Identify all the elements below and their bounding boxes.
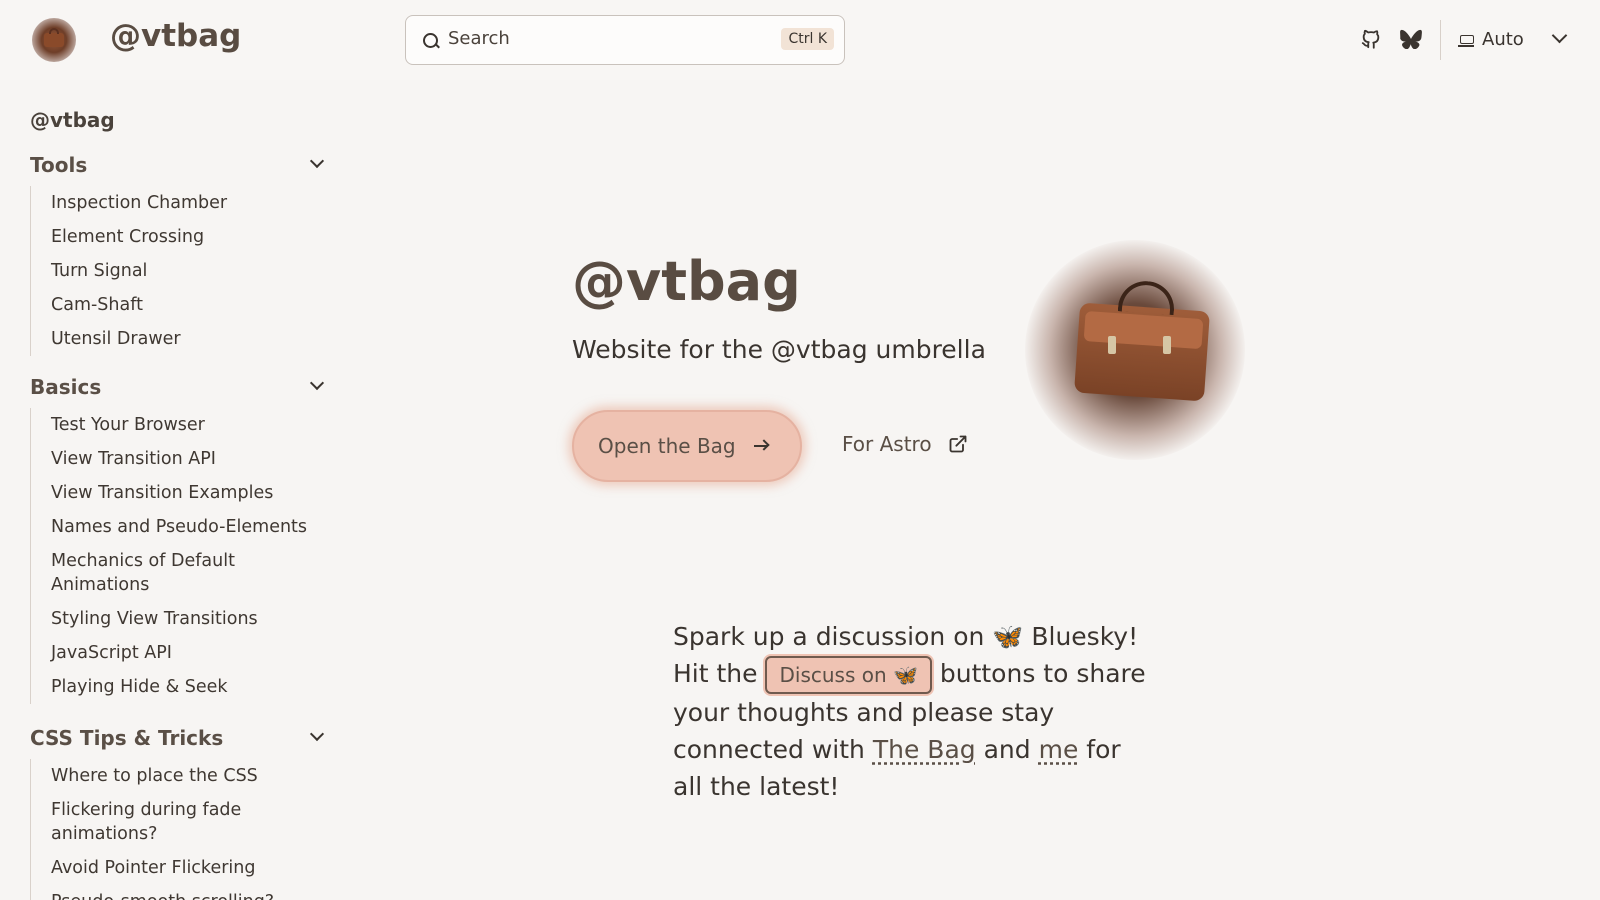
open-the-bag-button[interactable]: Open the Bag <box>572 410 802 482</box>
arrow-right-icon <box>753 445 768 447</box>
sidebar-item-playing-hide-and-seek[interactable]: Playing Hide & Seek <box>51 670 332 704</box>
hero-tagline: Website for the @vtbag umbrella <box>572 335 986 364</box>
sidebar-item-javascript-api[interactable]: JavaScript API <box>51 636 332 670</box>
sidebar-group-title[interactable]: Basics <box>30 372 332 402</box>
sidebar-item-flickering-fade[interactable]: Flickering during fade animations? <box>51 793 332 851</box>
search-placeholder: Search <box>448 28 510 49</box>
sidebar-item-cam-shaft[interactable]: Cam-Shaft <box>51 288 332 322</box>
hero-title: @vtbag <box>572 250 801 313</box>
for-astro-link[interactable]: For Astro <box>842 432 968 456</box>
briefcase-icon <box>1074 302 1210 402</box>
sidebar-group-basics: Basics Test Your Browser View Transition… <box>30 372 332 704</box>
bluesky-icon[interactable] <box>1400 29 1422 49</box>
note-hit-the: Hit the <box>673 659 758 688</box>
sidebar-item-inspection-chamber[interactable]: Inspection Chamber <box>51 186 332 220</box>
bag-icon <box>44 28 64 47</box>
search-icon <box>423 33 438 48</box>
sidebar-item-styling-view-transitions[interactable]: Styling View Transitions <box>51 602 332 636</box>
search-input[interactable]: Search Ctrl K <box>405 15 845 65</box>
sidebar-item-turn-signal[interactable]: Turn Signal <box>51 254 332 288</box>
the-bag-link[interactable]: The Bag <box>873 735 976 764</box>
clasp-decoration <box>1163 336 1171 354</box>
sidebar-group-title[interactable]: Tools <box>30 150 332 180</box>
site-logo[interactable] <box>32 18 76 62</box>
external-link-icon <box>949 435 966 453</box>
header-divider <box>1440 20 1441 60</box>
theme-select[interactable]: Auto <box>1458 26 1524 52</box>
sidebar-group-css-tips: CSS Tips & Tricks Where to place the CSS… <box>30 723 332 900</box>
sidebar-item-view-transition-examples[interactable]: View Transition Examples <box>51 476 332 510</box>
sidebar-list: Test Your Browser View Transition API Vi… <box>30 408 332 704</box>
clasp-decoration <box>1108 336 1116 354</box>
sidebar-list: Where to place the CSS Flickering during… <box>30 759 332 900</box>
sidebar-item-view-transition-api[interactable]: View Transition API <box>51 442 332 476</box>
theme-select-value: Auto <box>1482 28 1524 50</box>
sidebar-home-link[interactable]: @vtbag <box>30 108 115 132</box>
sidebar-item-pseudo-smooth-scrolling[interactable]: Pseudo-smooth scrolling? <box>51 885 332 900</box>
sidebar-list: Inspection Chamber Element Crossing Turn… <box>30 186 332 356</box>
sidebar: @vtbag Tools Inspection Chamber Element … <box>0 80 378 900</box>
open-the-bag-label: Open the Bag <box>598 434 736 458</box>
for-astro-label: For Astro <box>842 432 932 456</box>
sidebar-item-mechanics-of-default-animations[interactable]: Mechanics of Default Animations <box>51 544 332 602</box>
sidebar-item-element-crossing[interactable]: Element Crossing <box>51 220 332 254</box>
sidebar-group-tools: Tools Inspection Chamber Element Crossin… <box>30 150 332 356</box>
sidebar-item-avoid-pointer-flickering[interactable]: Avoid Pointer Flickering <box>51 851 332 885</box>
laptop-icon <box>1458 34 1474 47</box>
discuss-on-bluesky-button[interactable]: Discuss on 🦋 <box>765 656 932 694</box>
chevron-down-icon[interactable] <box>1551 27 1568 44</box>
discussion-note: Spark up a discussion on 🦋 Bluesky! Hit … <box>673 618 1153 805</box>
search-shortcut-badge: Ctrl K <box>781 28 834 50</box>
sidebar-item-utensil-drawer[interactable]: Utensil Drawer <box>51 322 332 356</box>
site-title[interactable]: @vtbag <box>110 18 241 54</box>
sidebar-group-title[interactable]: CSS Tips & Tricks <box>30 723 332 753</box>
sidebar-item-test-your-browser[interactable]: Test Your Browser <box>51 408 332 442</box>
github-icon[interactable] <box>1360 28 1382 50</box>
note-line-1: Spark up a discussion on 🦋 Bluesky! <box>673 622 1139 651</box>
site-header: @vtbag Search Ctrl K Auto <box>0 0 1600 80</box>
note-and: and <box>983 735 1031 764</box>
me-link[interactable]: me <box>1039 735 1079 764</box>
sidebar-item-where-to-place-css[interactable]: Where to place the CSS <box>51 759 332 793</box>
sidebar-item-names-and-pseudo-elements[interactable]: Names and Pseudo-Elements <box>51 510 332 544</box>
